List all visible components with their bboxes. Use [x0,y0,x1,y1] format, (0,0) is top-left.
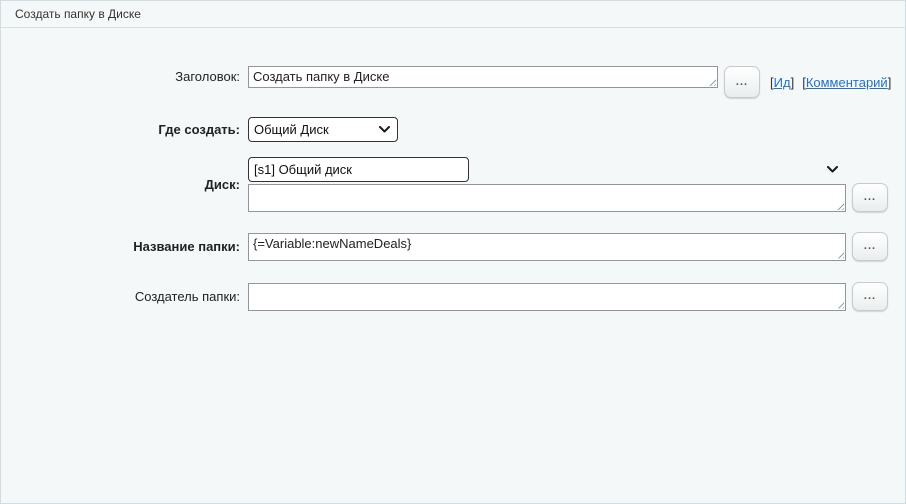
where-create-label: Где создать: [1,122,248,137]
folder-creator-textarea-wrap [248,283,846,311]
disk-label: Диск: [1,177,248,192]
disk-textarea-wrap [248,184,846,212]
folder-name-textarea-wrap: {=Variable:newNameDeals} [248,233,846,261]
folder-creator-more-button[interactable]: ... [852,282,888,311]
disk-control-stack: [s1] Общий диск [248,157,846,212]
row-title: Заголовок: Создать папку в Диске ... [Ид… [1,66,905,98]
comment-link-group: [Комментарий] [802,75,891,90]
title-more-button[interactable]: ... [724,66,760,98]
settings-form: Заголовок: Создать папку в Диске ... [Ид… [1,28,905,311]
row-where-create: Где создать: Общий Диск [1,117,905,142]
id-link[interactable]: Ид [774,75,791,90]
disk-controls: [s1] Общий диск ... [248,157,888,212]
where-create-select-wrap: Общий Диск [248,117,398,142]
title-textarea[interactable]: Создать папку в Диске [248,66,718,88]
folder-name-controls: {=Variable:newNameDeals} ... [248,232,888,261]
folder-name-textarea[interactable]: {=Variable:newNameDeals} [248,233,846,261]
row-disk: Диск: [s1] Общий диск [1,157,905,212]
panel-header: Создать папку в Диске [1,1,905,28]
folder-creator-textarea[interactable] [248,283,846,311]
disk-textarea[interactable] [248,184,846,212]
title-links: [Ид] [Комментарий] [770,75,891,90]
disk-more-button[interactable]: ... [852,183,888,212]
id-link-group: [Ид] [770,75,794,90]
page-title: Создать папку в Диске [15,7,141,21]
row-folder-creator: Создатель папки: ... [1,282,905,311]
folder-creator-label: Создатель папки: [1,289,248,304]
where-create-controls: Общий Диск [248,117,398,142]
row-folder-name: Название папки: {=Variable:newNameDeals}… [1,232,905,261]
title-controls: Создать папку в Диске ... [Ид] [Коммента… [248,66,891,98]
comment-link[interactable]: Комментарий [806,75,888,90]
disk-select[interactable]: [s1] Общий диск [248,157,469,182]
folder-name-label: Название папки: [1,239,248,254]
folder-creator-controls: ... [248,282,888,311]
create-folder-panel: Создать папку в Диске Заголовок: Создать… [0,0,906,504]
folder-name-more-button[interactable]: ... [852,232,888,261]
title-label: Заголовок: [1,66,248,88]
bracket-close: ] [791,75,795,90]
title-textarea-wrap: Создать папку в Диске [248,66,718,88]
bracket-close: ] [888,75,892,90]
chevron-down-icon [827,166,838,173]
where-create-select[interactable]: Общий Диск [248,117,398,142]
disk-select-wrap: [s1] Общий диск [248,157,846,182]
